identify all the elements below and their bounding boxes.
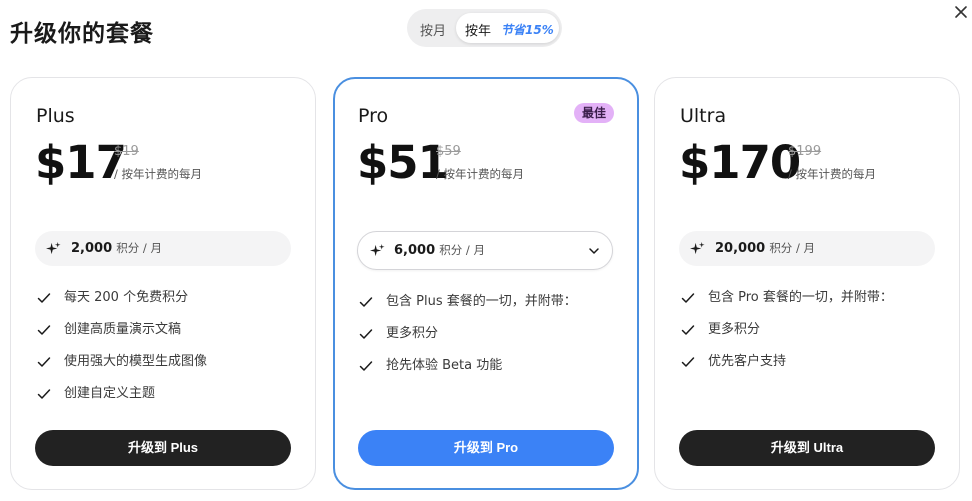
plan-card-plus: Plus $17 $19 / 按年计费的每月 2,000 积分 / 月 每天 2… xyxy=(10,77,316,490)
check-icon xyxy=(359,361,373,371)
toggle-monthly[interactable]: 按月 xyxy=(420,20,446,39)
credits-info: 2,000 积分 / 月 xyxy=(35,231,291,266)
feature-list: 包含 Pro 套餐的一切，并附带： 更多积分 优先客户支持 xyxy=(680,289,893,385)
plan-price: $170 xyxy=(679,136,801,189)
feature-list: 每天 200 个免费积分 创建高质量演示文稿 使用强大的模型生成图像 创建自定义… xyxy=(36,289,207,417)
check-icon xyxy=(359,297,373,307)
check-icon xyxy=(37,357,51,367)
feature-item: 更多积分 xyxy=(680,321,893,353)
best-badge: 最佳 xyxy=(573,103,614,123)
feature-text: 抢先体验 Beta 功能 xyxy=(386,358,503,373)
plan-card-ultra: Ultra $170 $199 / 按年计费的每月 20,000 积分 / 月 … xyxy=(654,77,960,490)
credits-unit: 积分 / 月 xyxy=(769,241,815,255)
feature-text: 创建高质量演示文稿 xyxy=(64,322,182,337)
plan-card-pro: Pro 最佳 $51 $59 / 按年计费的每月 6,000 积分 / 月 包含… xyxy=(333,77,639,490)
check-icon xyxy=(37,389,51,399)
feature-text: 包含 Pro 套餐的一切，并附带： xyxy=(708,290,893,305)
toggle-yearly[interactable]: 按年 节省15% xyxy=(456,13,559,43)
sparkle-icon xyxy=(690,241,705,255)
upgrade-pro-button[interactable]: 升级到 Pro xyxy=(358,430,614,466)
original-price: $199 xyxy=(788,144,822,159)
feature-item: 每天 200 个免费积分 xyxy=(36,289,207,321)
credits-amount: 6,000 xyxy=(394,243,436,258)
feature-text: 创建自定义主题 xyxy=(64,386,156,401)
sparkle-icon xyxy=(370,243,385,257)
feature-text: 更多积分 xyxy=(386,326,439,341)
credits-amount: 20,000 xyxy=(715,241,766,256)
credits-dropdown[interactable]: 6,000 积分 / 月 xyxy=(357,231,613,270)
feature-item: 包含 Pro 套餐的一切，并附带： xyxy=(680,289,893,321)
feature-text: 每天 200 个免费积分 xyxy=(64,290,189,305)
feature-text: 使用强大的模型生成图像 xyxy=(64,354,208,369)
check-icon xyxy=(37,293,51,303)
upgrade-ultra-button[interactable]: 升级到 Ultra xyxy=(679,430,935,466)
feature-item: 更多积分 xyxy=(358,325,577,357)
feature-list: 包含 Plus 套餐的一切，并附带： 更多积分 抢先体验 Beta 功能 xyxy=(358,293,577,389)
feature-item: 优先客户支持 xyxy=(680,353,893,385)
check-icon xyxy=(681,293,695,303)
check-icon xyxy=(359,329,373,339)
check-icon xyxy=(681,325,695,335)
plan-name: Plus xyxy=(36,105,75,127)
feature-item: 创建自定义主题 xyxy=(36,385,207,417)
plan-price: $17 xyxy=(35,136,127,189)
plan-price: $51 xyxy=(357,136,449,189)
original-price: $19 xyxy=(114,144,139,159)
close-icon[interactable] xyxy=(953,4,969,20)
feature-item: 使用强大的模型生成图像 xyxy=(36,353,207,385)
billing-period-note: / 按年计费的每月 xyxy=(114,167,203,181)
sparkle-icon xyxy=(46,241,61,255)
credits-amount: 2,000 xyxy=(71,241,113,256)
chevron-down-icon xyxy=(589,248,599,254)
check-icon xyxy=(681,357,695,367)
plan-name: Ultra xyxy=(680,105,727,127)
credits-unit: 积分 / 月 xyxy=(116,241,162,255)
feature-item: 创建高质量演示文稿 xyxy=(36,321,207,353)
original-price: $59 xyxy=(436,144,461,159)
billing-period-toggle: 按月 按年 节省15% xyxy=(407,9,562,47)
feature-item: 抢先体验 Beta 功能 xyxy=(358,357,577,389)
check-icon xyxy=(37,325,51,335)
credits-unit: 积分 / 月 xyxy=(439,243,485,257)
toggle-yearly-label: 按年 xyxy=(465,24,492,39)
upgrade-plus-button[interactable]: 升级到 Plus xyxy=(35,430,291,466)
feature-text: 优先客户支持 xyxy=(708,354,787,369)
feature-text: 包含 Plus 套餐的一切，并附带： xyxy=(386,294,577,309)
feature-text: 更多积分 xyxy=(708,322,761,337)
yearly-savings-label: 节省15% xyxy=(501,23,554,37)
billing-period-note: / 按年计费的每月 xyxy=(436,167,525,181)
dialog-title: 升级你的套餐 xyxy=(10,21,154,47)
feature-item: 包含 Plus 套餐的一切，并附带： xyxy=(358,293,577,325)
billing-period-note: / 按年计费的每月 xyxy=(788,167,877,181)
plan-name: Pro xyxy=(358,105,389,127)
credits-info: 20,000 积分 / 月 xyxy=(679,231,935,266)
